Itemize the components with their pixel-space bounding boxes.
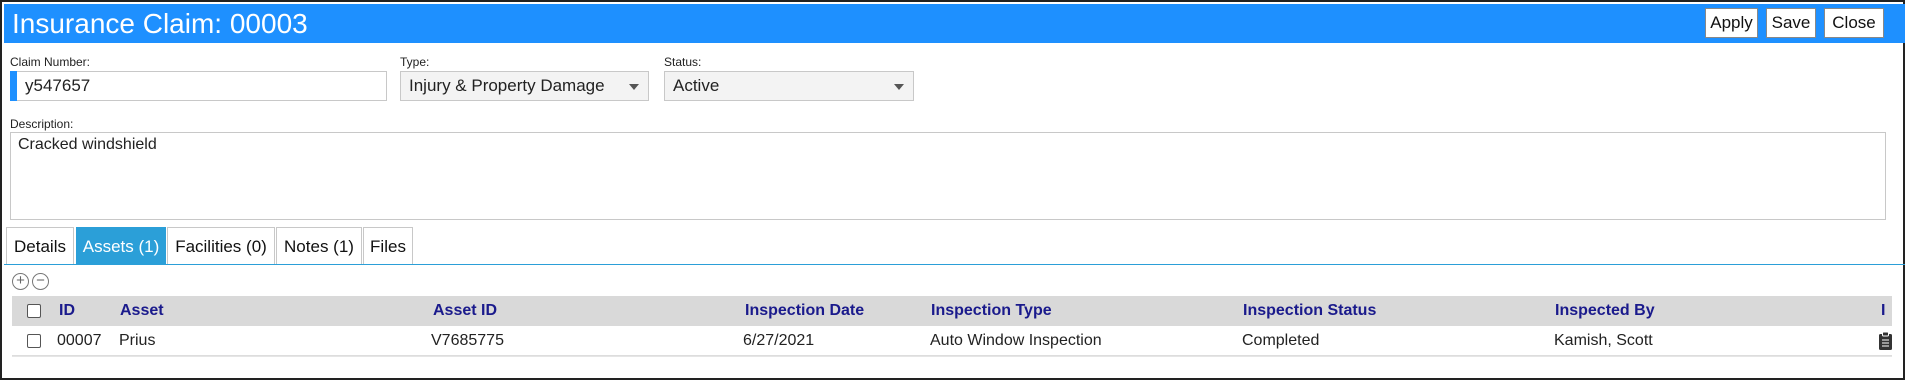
- column-header-inspection-status[interactable]: Inspection Status: [1243, 296, 1376, 326]
- minus-circle-icon[interactable]: −: [32, 273, 49, 290]
- apply-button[interactable]: Apply: [1705, 8, 1758, 38]
- status-select[interactable]: Active: [664, 71, 914, 101]
- type-select-value: Injury & Property Damage: [409, 76, 605, 95]
- close-button[interactable]: Close: [1824, 8, 1884, 38]
- tab-facilities[interactable]: Facilities (0): [167, 227, 275, 265]
- clipboard-icon[interactable]: [1878, 331, 1893, 351]
- status-select-value: Active: [673, 76, 720, 95]
- chevron-down-icon: [894, 84, 904, 90]
- save-button[interactable]: Save: [1766, 8, 1816, 38]
- claim-number-label: Claim Number:: [10, 55, 91, 69]
- type-select[interactable]: Injury & Property Damage: [400, 71, 649, 101]
- tab-notes[interactable]: Notes (1): [276, 227, 362, 265]
- claim-window: Insurance Claim: 00003 Apply Save Close …: [0, 0, 1905, 380]
- column-header-id[interactable]: ID: [59, 296, 75, 326]
- plus-circle-icon[interactable]: +: [12, 273, 29, 290]
- description-label: Description:: [10, 117, 74, 131]
- tab-divider: [4, 264, 1905, 265]
- cell-id: 00007: [57, 332, 102, 349]
- tab-assets[interactable]: Assets (1): [76, 227, 166, 265]
- description-textarea[interactable]: Cracked windshield: [10, 132, 1886, 220]
- table-row[interactable]: 00007 Prius V7685775 6/27/2021 Auto Wind…: [12, 326, 1892, 356]
- cell-asset: Prius: [119, 332, 156, 349]
- cell-asset-id: V7685775: [431, 332, 504, 349]
- cell-inspection-date: 6/27/2021: [743, 332, 815, 349]
- select-all-checkbox[interactable]: [27, 304, 41, 318]
- claim-number-field[interactable]: y547657: [10, 71, 387, 101]
- column-header-asset[interactable]: Asset: [120, 296, 164, 326]
- tab-details[interactable]: Details: [6, 227, 74, 265]
- column-header-inspected-by[interactable]: Inspected By: [1555, 296, 1655, 326]
- page-title: Insurance Claim: 00003: [12, 8, 308, 39]
- chevron-down-icon: [629, 84, 639, 90]
- tab-files[interactable]: Files: [363, 227, 413, 265]
- status-label: Status:: [664, 55, 702, 69]
- row-checkbox[interactable]: [27, 334, 41, 348]
- cell-inspection-type: Auto Window Inspection: [930, 332, 1102, 349]
- column-header-icon[interactable]: I: [1881, 296, 1885, 326]
- cell-inspected-by: Kamish, Scott: [1554, 332, 1653, 349]
- column-header-asset-id[interactable]: Asset ID: [433, 296, 497, 326]
- column-header-inspection-date[interactable]: Inspection Date: [745, 296, 864, 326]
- header-bar: Insurance Claim: 00003 Apply Save Close: [4, 4, 1905, 43]
- grid-footer: [12, 356, 1892, 378]
- grid-header: ID Asset Asset ID Inspection Date Inspec…: [12, 296, 1892, 326]
- column-header-inspection-type[interactable]: Inspection Type: [931, 296, 1052, 326]
- cell-inspection-status: Completed: [1242, 332, 1320, 349]
- type-label: Type:: [400, 55, 430, 69]
